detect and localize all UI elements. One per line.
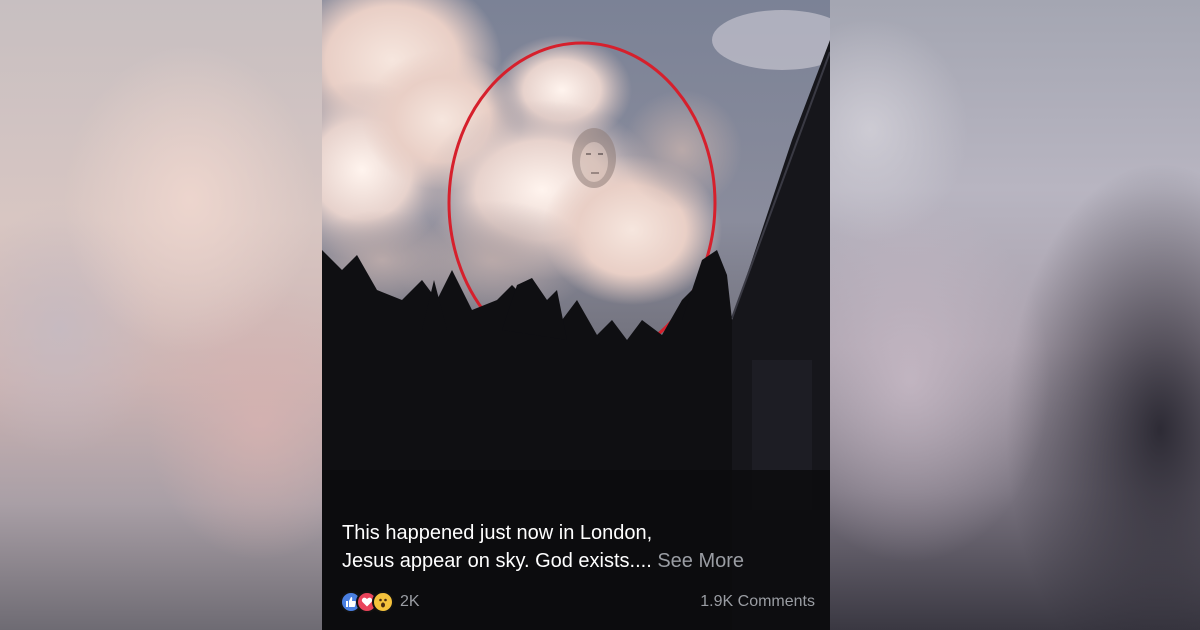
wow-icon (372, 591, 394, 613)
caption-line-1: This happened just now in London, (342, 522, 653, 544)
blurred-background-right (830, 0, 1200, 630)
post-caption: This happened just now in London, Jesus … (342, 519, 812, 575)
caption-line-2-text: Jesus appear on sky. God exists.... (342, 550, 652, 572)
blurred-background-left (0, 0, 322, 630)
see-more-link[interactable]: See More (657, 550, 744, 572)
caption-line-2: Jesus appear on sky. God exists.... See … (342, 547, 812, 575)
comments-count-link[interactable]: 1.9K Comments (700, 593, 815, 611)
reaction-count: 2K (400, 593, 420, 610)
social-post: This happened just now in London, Jesus … (322, 0, 830, 630)
reactions-summary[interactable]: 2K (340, 590, 420, 614)
face-in-cloud (572, 128, 616, 188)
